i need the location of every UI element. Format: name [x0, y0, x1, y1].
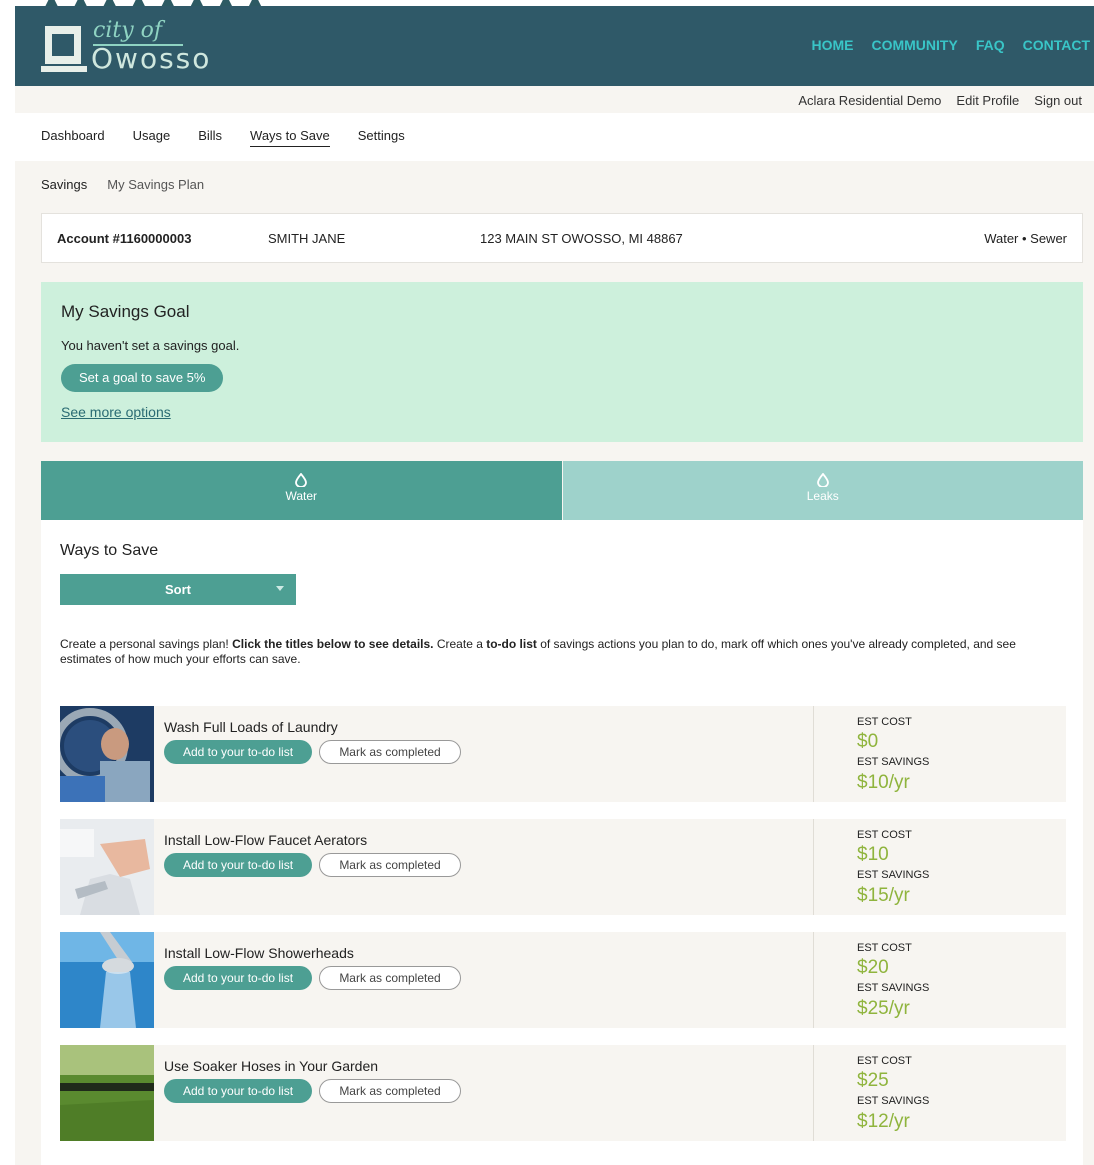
- site-header: city of Owosso HOME COMMUNITY FAQ CONTAC…: [15, 6, 1094, 86]
- account-address: 123 MAIN ST OWOSSO, MI 48867: [480, 231, 683, 246]
- top-nav: HOME COMMUNITY FAQ CONTACT: [811, 37, 1090, 53]
- est-savings-value: $25/yr: [857, 998, 910, 1019]
- top-nav-community[interactable]: COMMUNITY: [871, 37, 957, 53]
- main-nav: Dashboard Usage Bills Ways to Save Setti…: [15, 113, 1094, 161]
- mark-completed-button[interactable]: Mark as completed: [319, 966, 461, 990]
- intro-bold-2: to-do list: [486, 637, 537, 651]
- cost-savings-box: EST COST $0 EST SAVINGS $10/yr: [813, 706, 1066, 802]
- edit-profile-link[interactable]: Edit Profile: [956, 93, 1019, 108]
- tab-leaks[interactable]: Leaks: [562, 461, 1083, 520]
- see-more-options-link[interactable]: See more options: [61, 404, 171, 420]
- account-number: Account #1160000003: [57, 231, 192, 246]
- main-nav-dashboard[interactable]: Dashboard: [41, 128, 105, 147]
- add-to-todo-button[interactable]: Add to your to-do list: [164, 1079, 313, 1103]
- est-savings-label: EST SAVINGS: [857, 756, 930, 768]
- main-nav-usage[interactable]: Usage: [133, 128, 171, 147]
- account-services: Water • Sewer: [984, 231, 1067, 246]
- est-savings-value: $15/yr: [857, 885, 910, 906]
- est-cost-label: EST COST: [857, 942, 912, 954]
- savings-goal-title: My Savings Goal: [61, 302, 190, 321]
- list-item: Wash Full Loads of Laundry Add to your t…: [60, 706, 1066, 802]
- list-item-title[interactable]: Wash Full Loads of Laundry: [164, 719, 338, 735]
- sub-nav-my-savings-plan[interactable]: My Savings Plan: [107, 177, 204, 192]
- ways-intro-text: Create a personal savings plan! Click th…: [60, 637, 1060, 667]
- list-item-title[interactable]: Use Soaker Hoses in Your Garden: [164, 1058, 378, 1074]
- est-savings-label: EST SAVINGS: [857, 982, 930, 994]
- ways-to-save-panel: Ways to Save Sort Create a personal savi…: [41, 520, 1083, 1165]
- est-cost-label: EST COST: [857, 829, 912, 841]
- intro-part-1: Create a personal savings plan!: [60, 637, 233, 651]
- mark-completed-button[interactable]: Mark as completed: [319, 853, 461, 877]
- est-savings-label: EST SAVINGS: [857, 1095, 930, 1107]
- est-cost-value: $10: [857, 844, 889, 865]
- set-goal-button[interactable]: Set a goal to save 5%: [61, 364, 224, 392]
- savings-goal-message: You haven't set a savings goal.: [61, 338, 240, 353]
- list-item: Install Low-Flow Faucet Aerators Add to …: [60, 819, 1066, 915]
- est-savings-value: $12/yr: [857, 1111, 910, 1132]
- mark-completed-button[interactable]: Mark as completed: [319, 1079, 461, 1103]
- main-nav-settings[interactable]: Settings: [358, 128, 405, 147]
- est-savings-value: $10/yr: [857, 772, 910, 793]
- account-summary: Account #1160000003 SMITH JANE 123 MAIN …: [41, 213, 1083, 263]
- water-drop-icon: [295, 473, 308, 487]
- caret-down-icon: [276, 586, 284, 591]
- main-nav-ways-to-save[interactable]: Ways to Save: [250, 128, 330, 147]
- est-cost-value: $25: [857, 1070, 889, 1091]
- leak-drop-icon: [816, 473, 829, 487]
- sort-dropdown[interactable]: Sort: [60, 574, 296, 605]
- add-to-todo-button[interactable]: Add to your to-do list: [164, 740, 313, 764]
- page-content: Savings My Savings Plan Account #1160000…: [15, 161, 1094, 1165]
- list-item-title[interactable]: Install Low-Flow Faucet Aerators: [164, 832, 367, 848]
- cost-savings-box: EST COST $25 EST SAVINGS $12/yr: [813, 1045, 1066, 1141]
- list-item-title[interactable]: Install Low-Flow Showerheads: [164, 945, 354, 961]
- city-logo[interactable]: city of Owosso: [41, 16, 235, 76]
- account-holder: SMITH JANE: [268, 231, 346, 246]
- main-nav-bills[interactable]: Bills: [198, 128, 222, 147]
- add-to-todo-button[interactable]: Add to your to-do list: [164, 853, 313, 877]
- intro-part-2: Create a: [433, 637, 487, 651]
- user-bar: Aclara Residential Demo Edit Profile Sig…: [15, 86, 1094, 113]
- sign-out-link[interactable]: Sign out: [1034, 93, 1082, 108]
- showerhead-photo: [60, 932, 154, 1028]
- top-nav-faq[interactable]: FAQ: [976, 37, 1005, 53]
- laundry-photo: [60, 706, 154, 802]
- sub-nav-savings[interactable]: Savings: [41, 177, 87, 192]
- city-hall-icon: [41, 26, 87, 72]
- tab-water[interactable]: Water: [41, 461, 562, 520]
- est-savings-label: EST SAVINGS: [857, 869, 930, 881]
- sort-label: Sort: [165, 582, 191, 597]
- est-cost-label: EST COST: [857, 716, 912, 728]
- est-cost-value: $20: [857, 957, 889, 978]
- mark-completed-button[interactable]: Mark as completed: [319, 740, 461, 764]
- tab-leaks-label: Leaks: [806, 489, 839, 503]
- savings-tabs: Water Leaks: [41, 461, 1083, 520]
- ways-to-save-title: Ways to Save: [60, 542, 159, 559]
- top-nav-home[interactable]: HOME: [811, 37, 853, 53]
- est-cost-label: EST COST: [857, 1055, 912, 1067]
- logo-name-text: Owosso: [91, 42, 212, 75]
- est-cost-value: $0: [857, 731, 879, 752]
- soaker-hose-photo: [60, 1045, 154, 1141]
- sub-nav: Savings My Savings Plan: [41, 177, 204, 192]
- account-name-link[interactable]: Aclara Residential Demo: [798, 93, 941, 108]
- tab-water-label: Water: [285, 489, 318, 503]
- logo-city-text: city of: [93, 18, 163, 43]
- cost-savings-box: EST COST $20 EST SAVINGS $25/yr: [813, 932, 1066, 1028]
- list-item: Use Soaker Hoses in Your Garden Add to y…: [60, 1045, 1066, 1141]
- cost-savings-box: EST COST $10 EST SAVINGS $15/yr: [813, 819, 1066, 915]
- savings-goal-panel: My Savings Goal You haven't set a saving…: [41, 282, 1083, 442]
- list-item: Install Low-Flow Showerheads Add to your…: [60, 932, 1066, 1028]
- add-to-todo-button[interactable]: Add to your to-do list: [164, 966, 313, 990]
- top-nav-contact[interactable]: CONTACT: [1023, 37, 1090, 53]
- intro-bold-1: Click the titles below to see details.: [232, 637, 434, 651]
- faucet-photo: [60, 819, 154, 915]
